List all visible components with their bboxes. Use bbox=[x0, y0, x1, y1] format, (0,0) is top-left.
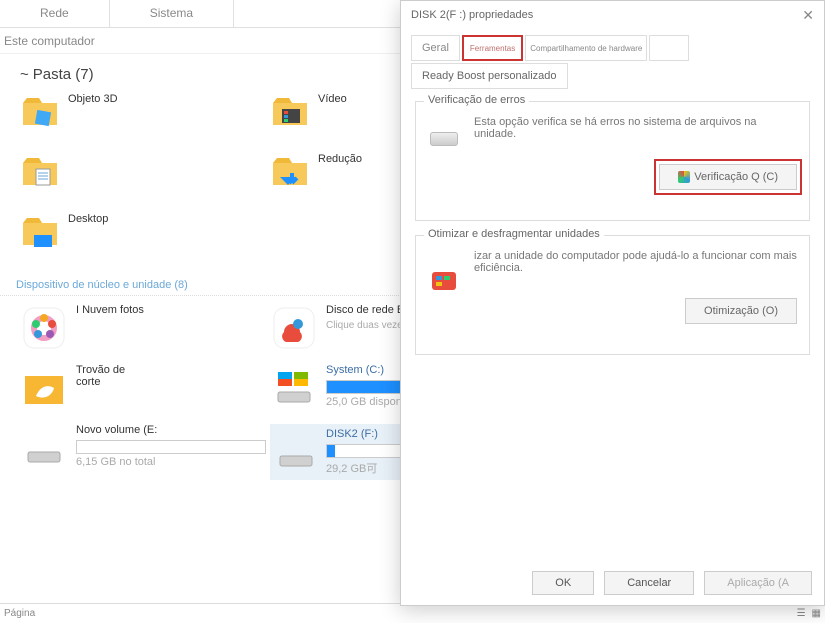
grid-view-icon[interactable]: ▦ bbox=[812, 608, 821, 619]
tab-sistema[interactable]: Sistema bbox=[109, 0, 233, 27]
folder-icon-3d bbox=[20, 91, 60, 131]
baidu-netdisk-icon bbox=[270, 304, 318, 352]
cancel-button[interactable]: Cancelar bbox=[604, 571, 694, 595]
collapse-toggle[interactable]: ~ bbox=[20, 66, 29, 83]
drive-progress bbox=[76, 440, 266, 454]
defrag-icon bbox=[430, 266, 458, 297]
folder-desktop[interactable]: Desktop bbox=[20, 211, 270, 267]
dialog-titlebar[interactable]: DISK 2(F :) propriedades ✕ bbox=[401, 1, 824, 29]
hummingbird-icon bbox=[20, 364, 68, 412]
folder-document[interactable] bbox=[20, 151, 270, 207]
tab-blank[interactable] bbox=[649, 35, 689, 61]
shield-icon bbox=[678, 171, 690, 183]
folder-icon-doc bbox=[20, 151, 60, 191]
group-legend: Verificação de erros bbox=[424, 94, 529, 106]
ok-button[interactable]: OK bbox=[532, 571, 594, 595]
device-label: Trovão de corte bbox=[76, 364, 270, 388]
dialog-buttons: OK Cancelar Aplicação (A bbox=[532, 571, 812, 595]
properties-dialog: DISK 2(F :) propriedades ✕ Geral Ferrame… bbox=[400, 0, 825, 606]
folder-icon-video bbox=[270, 91, 310, 131]
folders-title: Pasta (7) bbox=[33, 66, 94, 83]
tab-ferramentas[interactable]: Ferramentas bbox=[462, 35, 523, 61]
folder-label: Objeto 3D bbox=[68, 91, 118, 105]
close-icon[interactable]: ✕ bbox=[802, 7, 814, 24]
group-desc: izar a unidade do computador pode ajudá-… bbox=[474, 250, 797, 274]
hdd-icon bbox=[20, 424, 68, 472]
group-error-check: Verificação de erros Esta opção verifica… bbox=[415, 101, 810, 221]
folder-label: Redução bbox=[318, 151, 362, 165]
tab-rede[interactable]: Rede bbox=[0, 0, 109, 27]
drive-volume-e[interactable]: Novo volume (E: 6,15 GB no total bbox=[20, 424, 270, 480]
drive-label: Novo volume (E: bbox=[76, 424, 270, 436]
apply-button[interactable]: Aplicação (A bbox=[704, 571, 812, 595]
icloud-photos-icon bbox=[20, 304, 68, 352]
folder-icon-download bbox=[270, 151, 310, 191]
status-page: Página bbox=[4, 608, 35, 619]
optimize-button[interactable]: Otimização (O) bbox=[685, 298, 797, 324]
folder-label: Vídeo bbox=[318, 91, 347, 105]
group-desc: Esta opção verifica se há erros no siste… bbox=[474, 116, 797, 140]
view-switcher[interactable]: ☰▦ bbox=[791, 608, 821, 619]
dialog-title-text: DISK 2(F :) propriedades bbox=[411, 9, 533, 21]
folder-label: Desktop bbox=[68, 211, 108, 225]
properties-tabs: Geral Ferramentas Compartilhamento de ha… bbox=[401, 29, 824, 89]
device-icloud[interactable]: I Nuvem fotos bbox=[20, 304, 270, 352]
device-trovao[interactable]: Trovão de corte bbox=[20, 364, 270, 412]
windows-drive-icon bbox=[270, 364, 318, 412]
hdd-icon bbox=[430, 132, 458, 146]
folder-objeto3d[interactable]: Objeto 3D bbox=[20, 91, 270, 147]
group-defrag: Otimizar e desfragmentar unidades izar a… bbox=[415, 235, 810, 355]
status-bar: Página ☰▦ bbox=[0, 603, 825, 623]
tab-geral[interactable]: Geral bbox=[411, 35, 460, 61]
folder-icon-desktop bbox=[20, 211, 60, 251]
tab-readyboost[interactable]: Ready Boost personalizado bbox=[411, 63, 568, 89]
hdd-icon bbox=[274, 428, 318, 476]
check-button[interactable]: Verificação Q (C) bbox=[659, 164, 797, 190]
dialog-body: Verificação de erros Esta opção verifica… bbox=[401, 89, 824, 381]
device-label: I Nuvem fotos bbox=[76, 304, 270, 316]
group-legend: Otimizar e desfragmentar unidades bbox=[424, 228, 604, 240]
tab-hardware[interactable]: Compartilhamento de hardware bbox=[525, 35, 647, 61]
drive-free: 6,15 GB no total bbox=[76, 456, 270, 468]
list-view-icon[interactable]: ☰ bbox=[797, 608, 806, 619]
